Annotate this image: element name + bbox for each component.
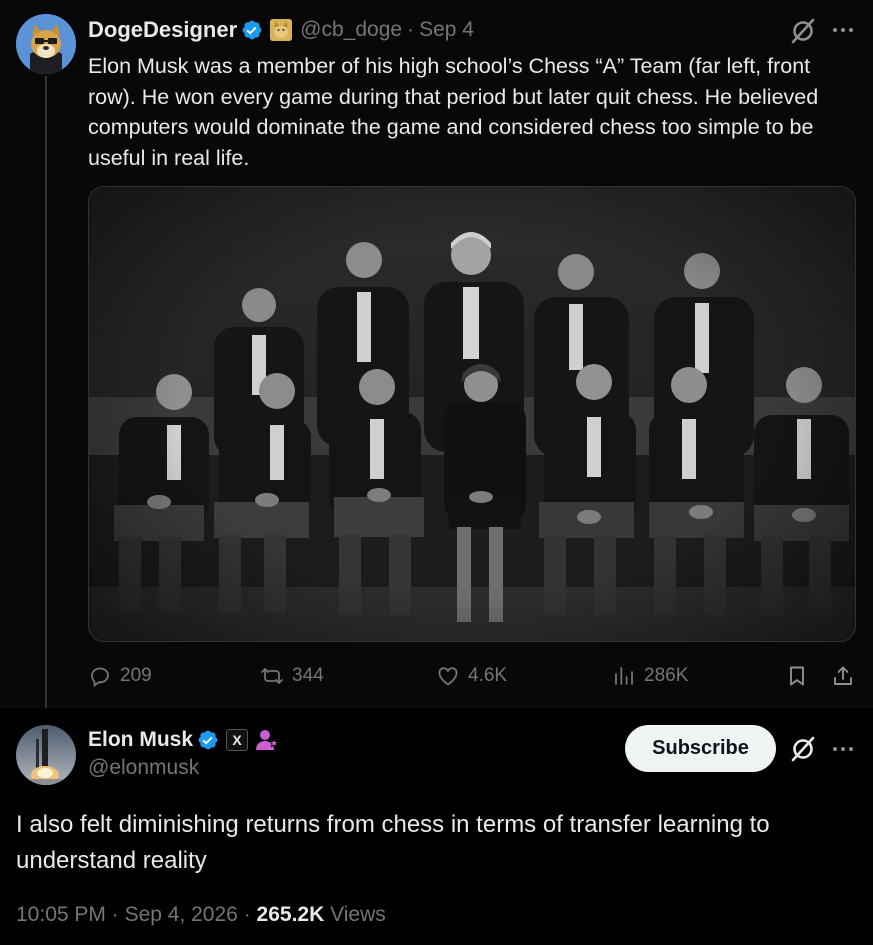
repost-count: 344 <box>292 665 324 686</box>
tweet-metadata: 10:05 PM · Sep 4, 2026 · 265.2K Views <box>16 903 386 927</box>
separator: · <box>243 903 251 926</box>
like-icon <box>438 667 458 686</box>
tweet-action-bar: 209 344 4.6K 286K <box>88 658 858 694</box>
author-name[interactable]: DogeDesigner <box>88 17 237 43</box>
verified-badge-icon <box>241 19 263 41</box>
reply-icon <box>91 667 109 687</box>
quoted-tweet[interactable]: DogeDesigner @cb_doge · Sep 4 Elon Musk … <box>0 0 873 708</box>
grok-icon[interactable] <box>789 735 817 763</box>
tweet-header: Elon Musk X <box>88 726 280 754</box>
reply-button[interactable]: 209 <box>88 658 152 694</box>
affiliate-badge-icon[interactable] <box>254 728 280 752</box>
bookmark-icon <box>790 666 804 686</box>
more-icon[interactable] <box>830 736 856 762</box>
post-date[interactable]: Sep 4 <box>419 18 474 42</box>
grok-icon[interactable] <box>789 17 817 45</box>
separator: · <box>407 18 415 41</box>
views-icon <box>615 667 633 685</box>
quoted-tweet-header: DogeDesigner @cb_doge · Sep 4 <box>88 16 474 44</box>
verified-badge-icon <box>197 729 219 751</box>
post-time[interactable]: 10:05 PM <box>16 903 106 926</box>
bookmark-button[interactable] <box>785 658 809 694</box>
share-button[interactable] <box>831 658 855 694</box>
avatar[interactable] <box>16 14 76 74</box>
chess-team-photo[interactable] <box>88 186 856 642</box>
doge-badge-icon <box>270 19 293 41</box>
quoted-tweet-text: Elon Musk was a member of his high schoo… <box>88 54 819 170</box>
views-count: 286K <box>644 665 689 686</box>
author-handle[interactable]: @elonmusk <box>88 756 199 780</box>
like-button[interactable]: 4.6K <box>436 658 507 694</box>
tweet-text: I also felt diminishing returns from che… <box>16 811 770 874</box>
author-handle[interactable]: @cb_doge <box>300 18 402 42</box>
separator: · <box>111 903 119 926</box>
subscribe-button[interactable]: Subscribe <box>625 725 776 772</box>
avatar[interactable] <box>16 725 76 785</box>
repost-icon <box>261 668 283 684</box>
thread-connector <box>45 76 47 708</box>
x-badge-icon[interactable]: X <box>226 729 249 751</box>
post-date[interactable]: Sep 4, 2026 <box>125 903 238 926</box>
share-icon <box>834 666 852 685</box>
views-count[interactable]: 265.2K <box>257 903 325 926</box>
views-label: Views <box>330 903 386 926</box>
more-icon[interactable] <box>830 17 856 43</box>
like-count: 4.6K <box>468 665 508 686</box>
repost-button[interactable]: 344 <box>260 658 324 694</box>
views-button[interactable]: 286K <box>612 658 688 694</box>
author-name[interactable]: Elon Musk <box>88 728 193 752</box>
reply-count: 209 <box>120 665 152 686</box>
